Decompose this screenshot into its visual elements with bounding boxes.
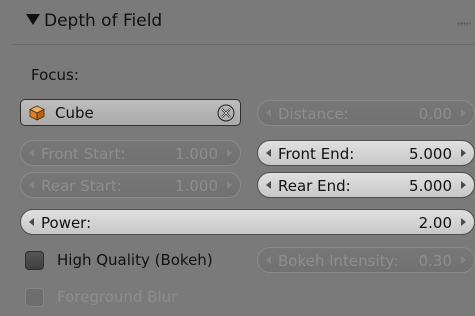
decrement-arrow-icon[interactable] <box>29 149 34 157</box>
focus-object-field[interactable]: Cube <box>20 99 241 126</box>
front-end-field[interactable]: Front End: 5.000 <box>257 140 475 166</box>
front-start-value: 1.000 <box>175 145 218 163</box>
decrement-arrow-icon[interactable] <box>29 181 34 189</box>
bokeh-intensity-value: 0.30 <box>418 252 452 270</box>
increment-arrow-icon[interactable] <box>461 218 466 226</box>
decrement-arrow-icon[interactable] <box>29 218 34 226</box>
distance-label: Distance: <box>278 105 349 123</box>
x-icon[interactable] <box>217 104 235 122</box>
decrement-arrow-icon[interactable] <box>266 181 271 189</box>
triangle-down-icon[interactable] <box>26 14 40 25</box>
panel-title: Depth of Field <box>44 11 163 31</box>
increment-arrow-icon[interactable] <box>461 181 466 189</box>
decrement-arrow-icon[interactable] <box>266 256 271 264</box>
rear-end-value: 5.000 <box>409 177 452 195</box>
high-quality-label: High Quality (Bokeh) <box>57 251 213 269</box>
rear-end-field[interactable]: Rear End: 5.000 <box>257 172 475 198</box>
decrement-arrow-icon[interactable] <box>266 109 271 117</box>
bokeh-intensity-field[interactable]: Bokeh Intensity: 0.30 <box>257 247 475 273</box>
increment-arrow-icon[interactable] <box>461 109 466 117</box>
front-start-label: Front Start: <box>41 145 126 163</box>
focus-label: Focus: <box>31 66 79 84</box>
panel-header[interactable]: Depth of Field <box>12 0 475 45</box>
drag-grip-icon[interactable] <box>457 22 471 26</box>
front-start-field[interactable]: Front Start: 1.000 <box>20 140 241 166</box>
rear-end-label: Rear End: <box>278 177 351 195</box>
distance-value: 0.00 <box>418 105 452 123</box>
high-quality-checkbox[interactable] <box>25 251 44 270</box>
decrement-arrow-icon[interactable] <box>266 149 271 157</box>
increment-arrow-icon[interactable] <box>227 181 232 189</box>
power-value: 2.00 <box>418 214 452 232</box>
bokeh-intensity-label: Bokeh Intensity: <box>278 252 399 270</box>
increment-arrow-icon[interactable] <box>461 149 466 157</box>
power-label: Power: <box>41 214 92 232</box>
increment-arrow-icon[interactable] <box>227 149 232 157</box>
power-field[interactable]: Power: 2.00 <box>20 209 475 235</box>
increment-arrow-icon[interactable] <box>461 256 466 264</box>
cube-icon <box>29 105 45 121</box>
front-end-value: 5.000 <box>409 145 452 163</box>
front-end-label: Front End: <box>278 145 355 163</box>
rear-start-field[interactable]: Rear Start: 1.000 <box>20 172 241 198</box>
rear-start-value: 1.000 <box>175 177 218 195</box>
foreground-blur-checkbox[interactable] <box>25 288 44 307</box>
rear-start-label: Rear Start: <box>41 177 122 195</box>
foreground-blur-label: Foreground Blur <box>57 288 178 306</box>
focus-object-name: Cube <box>55 104 94 122</box>
distance-field[interactable]: Distance: 0.00 <box>257 100 475 126</box>
